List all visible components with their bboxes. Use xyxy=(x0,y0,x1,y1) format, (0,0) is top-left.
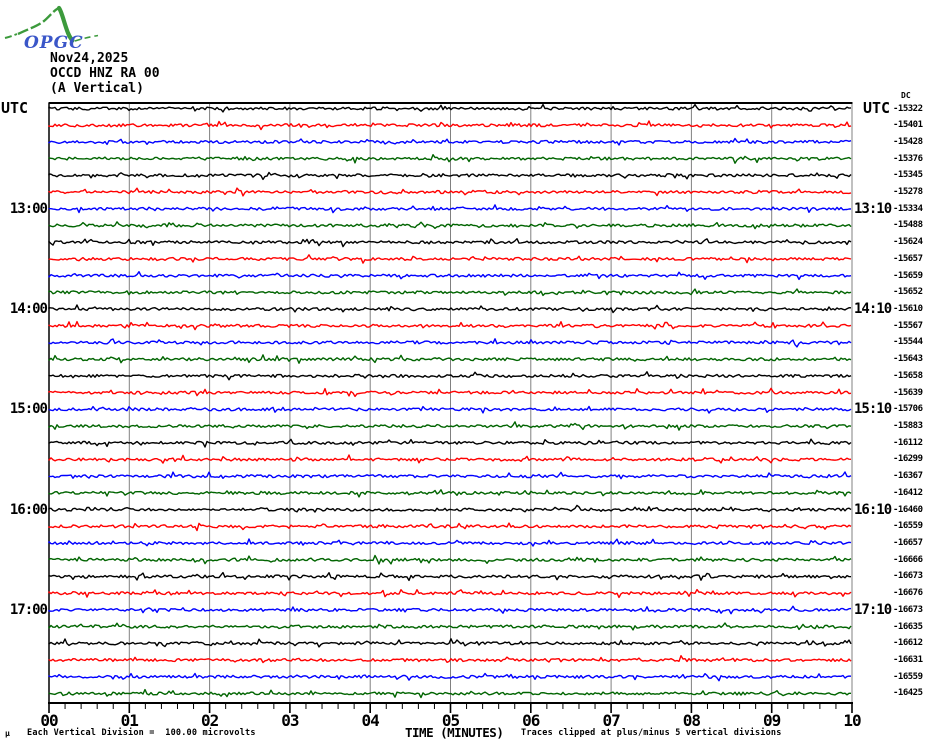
clip-note: Traces clipped at plus/minus 5 vertical … xyxy=(521,728,782,738)
hour-label-left-16:00: 16:00 xyxy=(9,501,48,518)
vertical-division-note: Each Vertical Division = 100.00 microvol… xyxy=(27,728,256,738)
dc-value-17:10: -16635 xyxy=(893,621,923,632)
dc-value-17:40: -16559 xyxy=(893,671,923,682)
dc-value-14:10: -15567 xyxy=(893,320,923,331)
dc-value-16:10: -16559 xyxy=(893,521,923,532)
dc-value-14:40: -15658 xyxy=(893,370,923,381)
dc-value-12:10: -15401 xyxy=(893,120,923,131)
dc-value-16:20: -16657 xyxy=(893,538,923,549)
dc-value-13:50: -15652 xyxy=(893,287,923,298)
dc-value-12:20: -15428 xyxy=(893,136,923,147)
dc-value-15:20: -16112 xyxy=(893,437,923,448)
dc-value-15:40: -16367 xyxy=(893,471,923,482)
dc-value-17:30: -16631 xyxy=(893,655,923,666)
x-tick-label-03: 03 xyxy=(281,711,299,730)
x-tick-label-10: 10 xyxy=(843,711,861,730)
dc-value-13:10: -15488 xyxy=(893,220,923,231)
dc-value-12:30: -15376 xyxy=(893,153,923,164)
dc-value-17:20: -16612 xyxy=(893,638,923,649)
x-axis-title: TIME (MINUTES) xyxy=(405,725,504,740)
dc-value-16:40: -16673 xyxy=(893,571,923,582)
dc-value-15:30: -16299 xyxy=(893,454,923,465)
dc-value-16:00: -16460 xyxy=(893,504,923,515)
hour-label-left-13:00: 13:00 xyxy=(9,200,48,217)
dc-value-12:00: -15322 xyxy=(893,103,923,114)
dc-value-12:50: -15278 xyxy=(893,187,923,198)
dc-value-13:20: -15624 xyxy=(893,237,923,248)
x-tick-label-04: 04 xyxy=(361,711,380,730)
dc-value-13:40: -15659 xyxy=(893,270,923,281)
helicorder-plot xyxy=(48,102,853,713)
micro-mark: µ xyxy=(5,729,10,738)
dc-value-15:50: -16412 xyxy=(893,487,923,498)
dc-value-16:50: -16676 xyxy=(893,588,923,599)
dc-value-14:00: -15610 xyxy=(893,304,923,315)
dc-value-17:00: -16673 xyxy=(893,604,923,615)
dc-value-14:20: -15544 xyxy=(893,337,923,348)
dc-value-16:30: -16666 xyxy=(893,554,923,565)
hour-label-left-17:00: 17:00 xyxy=(9,601,48,618)
dc-value-13:00: -15334 xyxy=(893,203,923,214)
hour-label-left-14:00: 14:00 xyxy=(9,301,48,318)
hour-label-left-15:00: 15:00 xyxy=(9,401,48,418)
dc-value-14:50: -15639 xyxy=(893,387,923,398)
dc-value-13:30: -15657 xyxy=(893,253,923,264)
dc-value-15:00: -15706 xyxy=(893,404,923,415)
dc-value-12:40: -15345 xyxy=(893,170,923,181)
dc-value-15:10: -15883 xyxy=(893,421,923,432)
dc-value-17:50: -16425 xyxy=(893,688,923,699)
dc-value-14:30: -15643 xyxy=(893,354,923,365)
webicorder-page: OPGC Nov24,2025 OCCD HNZ RA 00 (A Vertic… xyxy=(0,0,930,744)
